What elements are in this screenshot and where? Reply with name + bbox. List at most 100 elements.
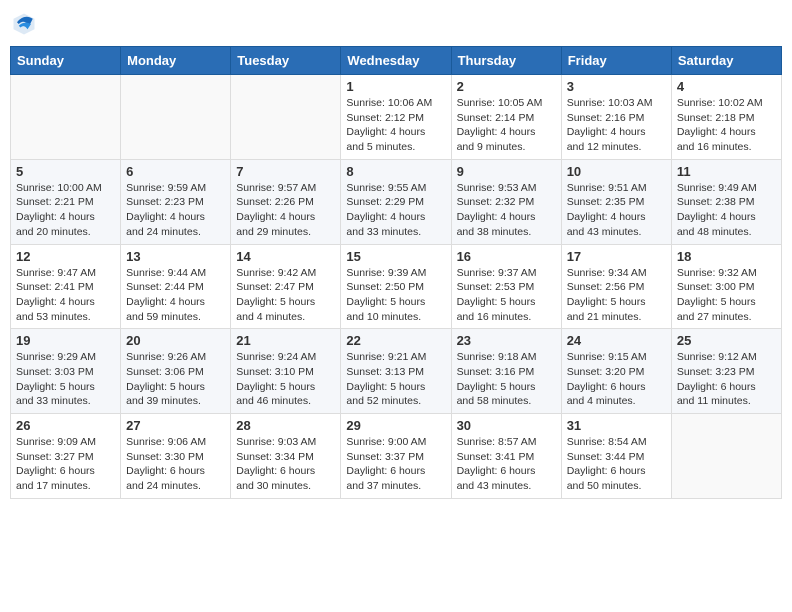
calendar-table: SundayMondayTuesdayWednesdayThursdayFrid… [10, 46, 782, 499]
day-number: 1 [346, 79, 445, 94]
day-info: Sunrise: 9:59 AMSunset: 2:23 PMDaylight:… [126, 181, 225, 240]
day-number: 29 [346, 418, 445, 433]
day-info: Sunrise: 9:06 AMSunset: 3:30 PMDaylight:… [126, 435, 225, 494]
calendar-cell: 18Sunrise: 9:32 AMSunset: 3:00 PMDayligh… [671, 244, 781, 329]
calendar-cell [11, 75, 121, 160]
day-info: Sunrise: 9:29 AMSunset: 3:03 PMDaylight:… [16, 350, 115, 409]
day-info: Sunrise: 9:34 AMSunset: 2:56 PMDaylight:… [567, 266, 666, 325]
day-number: 20 [126, 333, 225, 348]
page-header [10, 10, 782, 38]
day-info: Sunrise: 8:57 AMSunset: 3:41 PMDaylight:… [457, 435, 556, 494]
calendar-cell: 16 Sunrise: 9:37 AMSunset: 2:53 PMDayligh… [451, 244, 561, 329]
calendar-cell: 5 Sunrise: 10:00 AMSunset: 2:21 PMDayligh… [11, 159, 121, 244]
calendar-cell: 9Sunrise: 9:53 AMSunset: 2:32 PMDaylight… [451, 159, 561, 244]
calendar-cell [671, 414, 781, 499]
day-number: 12 [16, 249, 115, 264]
calendar-cell: 3 Sunrise: 10:03 AMSunset: 2:16 PMDayligh… [561, 75, 671, 160]
weekday-header-row: SundayMondayTuesdayWednesdayThursdayFrid… [11, 47, 782, 75]
calendar-cell: 2Sunrise: 10:05 AMSunset: 2:14 PMDayligh… [451, 75, 561, 160]
weekday-header-cell: Saturday [671, 47, 781, 75]
calendar-cell: 4Sunrise: 10:02 AMSunset: 2:18 PMDayligh… [671, 75, 781, 160]
day-info: Sunrise: 9:47 AMSunset: 2:41 PMDaylight:… [16, 266, 115, 325]
calendar-cell: 31 Sunrise: 8:54 AMSunset: 3:44 PMDayligh… [561, 414, 671, 499]
day-number: 17 [567, 249, 666, 264]
day-info: Sunrise: 10:03 AMSunset: 2:16 PMDaylight… [567, 96, 666, 155]
calendar-cell: 29 Sunrise: 9:00 AMSunset: 3:37 PMDayligh… [341, 414, 451, 499]
logo [10, 10, 42, 38]
calendar-week-row: 5 Sunrise: 10:00 AMSunset: 2:21 PMDayligh… [11, 159, 782, 244]
day-info: Sunrise: 10:06 AMSunset: 2:12 PMDaylight… [346, 96, 445, 155]
day-number: 5 [16, 164, 115, 179]
general-blue-icon [10, 10, 38, 38]
calendar-cell: 15 Sunrise: 9:39 AMSunset: 2:50 PMDayligh… [341, 244, 451, 329]
day-info: Sunrise: 9:12 AMSunset: 3:23 PMDaylight:… [677, 350, 776, 409]
day-info: Sunrise: 9:57 AMSunset: 2:26 PMDaylight:… [236, 181, 335, 240]
weekday-header-cell: Monday [121, 47, 231, 75]
day-number: 6 [126, 164, 225, 179]
day-number: 25 [677, 333, 776, 348]
day-info: Sunrise: 9:37 AMSunset: 2:53 PMDaylight:… [457, 266, 556, 325]
day-info: Sunrise: 10:00 AMSunset: 2:21 PMDaylight… [16, 181, 115, 240]
calendar-cell: 1 Sunrise: 10:06 AMSunset: 2:12 PMDayligh… [341, 75, 451, 160]
calendar-cell: 17 Sunrise: 9:34 AMSunset: 2:56 PMDayligh… [561, 244, 671, 329]
calendar-cell: 26 Sunrise: 9:09 AMSunset: 3:27 PMDayligh… [11, 414, 121, 499]
day-number: 19 [16, 333, 115, 348]
calendar-week-row: 19 Sunrise: 9:29 AMSunset: 3:03 PMDayligh… [11, 329, 782, 414]
day-number: 2 [457, 79, 556, 94]
calendar-body: 1 Sunrise: 10:06 AMSunset: 2:12 PMDayligh… [11, 75, 782, 499]
day-info: Sunrise: 9:39 AMSunset: 2:50 PMDaylight:… [346, 266, 445, 325]
calendar-cell: 14 Sunrise: 9:42 AMSunset: 2:47 PMDayligh… [231, 244, 341, 329]
day-number: 31 [567, 418, 666, 433]
day-number: 14 [236, 249, 335, 264]
day-number: 8 [346, 164, 445, 179]
calendar-cell: 6 Sunrise: 9:59 AMSunset: 2:23 PMDaylight… [121, 159, 231, 244]
day-number: 21 [236, 333, 335, 348]
calendar-cell: 7 Sunrise: 9:57 AMSunset: 2:26 PMDaylight… [231, 159, 341, 244]
day-info: Sunrise: 9:42 AMSunset: 2:47 PMDaylight:… [236, 266, 335, 325]
calendar-cell: 13 Sunrise: 9:44 AMSunset: 2:44 PMDayligh… [121, 244, 231, 329]
calendar-cell [121, 75, 231, 160]
calendar-cell: 30 Sunrise: 8:57 AMSunset: 3:41 PMDayligh… [451, 414, 561, 499]
calendar-cell: 25 Sunrise: 9:12 AMSunset: 3:23 PMDayligh… [671, 329, 781, 414]
day-number: 26 [16, 418, 115, 433]
day-info: Sunrise: 9:18 AMSunset: 3:16 PMDaylight:… [457, 350, 556, 409]
day-number: 27 [126, 418, 225, 433]
calendar-week-row: 1 Sunrise: 10:06 AMSunset: 2:12 PMDayligh… [11, 75, 782, 160]
day-number: 3 [567, 79, 666, 94]
weekday-header-cell: Friday [561, 47, 671, 75]
calendar-cell: 10Sunrise: 9:51 AMSunset: 2:35 PMDayligh… [561, 159, 671, 244]
calendar-cell: 8Sunrise: 9:55 AMSunset: 2:29 PMDaylight… [341, 159, 451, 244]
calendar-week-row: 26 Sunrise: 9:09 AMSunset: 3:27 PMDayligh… [11, 414, 782, 499]
calendar-cell [231, 75, 341, 160]
calendar-week-row: 12 Sunrise: 9:47 AMSunset: 2:41 PMDayligh… [11, 244, 782, 329]
day-number: 16 [457, 249, 556, 264]
calendar-cell: 12 Sunrise: 9:47 AMSunset: 2:41 PMDayligh… [11, 244, 121, 329]
day-number: 30 [457, 418, 556, 433]
calendar-cell: 28 Sunrise: 9:03 AMSunset: 3:34 PMDayligh… [231, 414, 341, 499]
weekday-header-cell: Sunday [11, 47, 121, 75]
day-info: Sunrise: 10:02 AMSunset: 2:18 PMDaylight… [677, 96, 776, 155]
day-number: 7 [236, 164, 335, 179]
weekday-header-cell: Wednesday [341, 47, 451, 75]
day-number: 13 [126, 249, 225, 264]
calendar-cell: 11Sunrise: 9:49 AMSunset: 2:38 PMDayligh… [671, 159, 781, 244]
day-info: Sunrise: 9:00 AMSunset: 3:37 PMDaylight:… [346, 435, 445, 494]
weekday-header-cell: Thursday [451, 47, 561, 75]
calendar-cell: 27 Sunrise: 9:06 AMSunset: 3:30 PMDayligh… [121, 414, 231, 499]
calendar-cell: 23Sunrise: 9:18 AMSunset: 3:16 PMDayligh… [451, 329, 561, 414]
day-number: 15 [346, 249, 445, 264]
day-info: Sunrise: 9:09 AMSunset: 3:27 PMDaylight:… [16, 435, 115, 494]
day-info: Sunrise: 8:54 AMSunset: 3:44 PMDaylight:… [567, 435, 666, 494]
day-info: Sunrise: 9:44 AMSunset: 2:44 PMDaylight:… [126, 266, 225, 325]
day-info: Sunrise: 9:21 AMSunset: 3:13 PMDaylight:… [346, 350, 445, 409]
day-number: 11 [677, 164, 776, 179]
day-info: Sunrise: 9:03 AMSunset: 3:34 PMDaylight:… [236, 435, 335, 494]
day-number: 28 [236, 418, 335, 433]
day-info: Sunrise: 9:32 AMSunset: 3:00 PMDaylight:… [677, 266, 776, 325]
day-info: Sunrise: 9:24 AMSunset: 3:10 PMDaylight:… [236, 350, 335, 409]
day-info: Sunrise: 9:15 AMSunset: 3:20 PMDaylight:… [567, 350, 666, 409]
day-number: 9 [457, 164, 556, 179]
calendar-cell: 22Sunrise: 9:21 AMSunset: 3:13 PMDayligh… [341, 329, 451, 414]
day-info: Sunrise: 9:51 AMSunset: 2:35 PMDaylight:… [567, 181, 666, 240]
day-info: Sunrise: 9:26 AMSunset: 3:06 PMDaylight:… [126, 350, 225, 409]
